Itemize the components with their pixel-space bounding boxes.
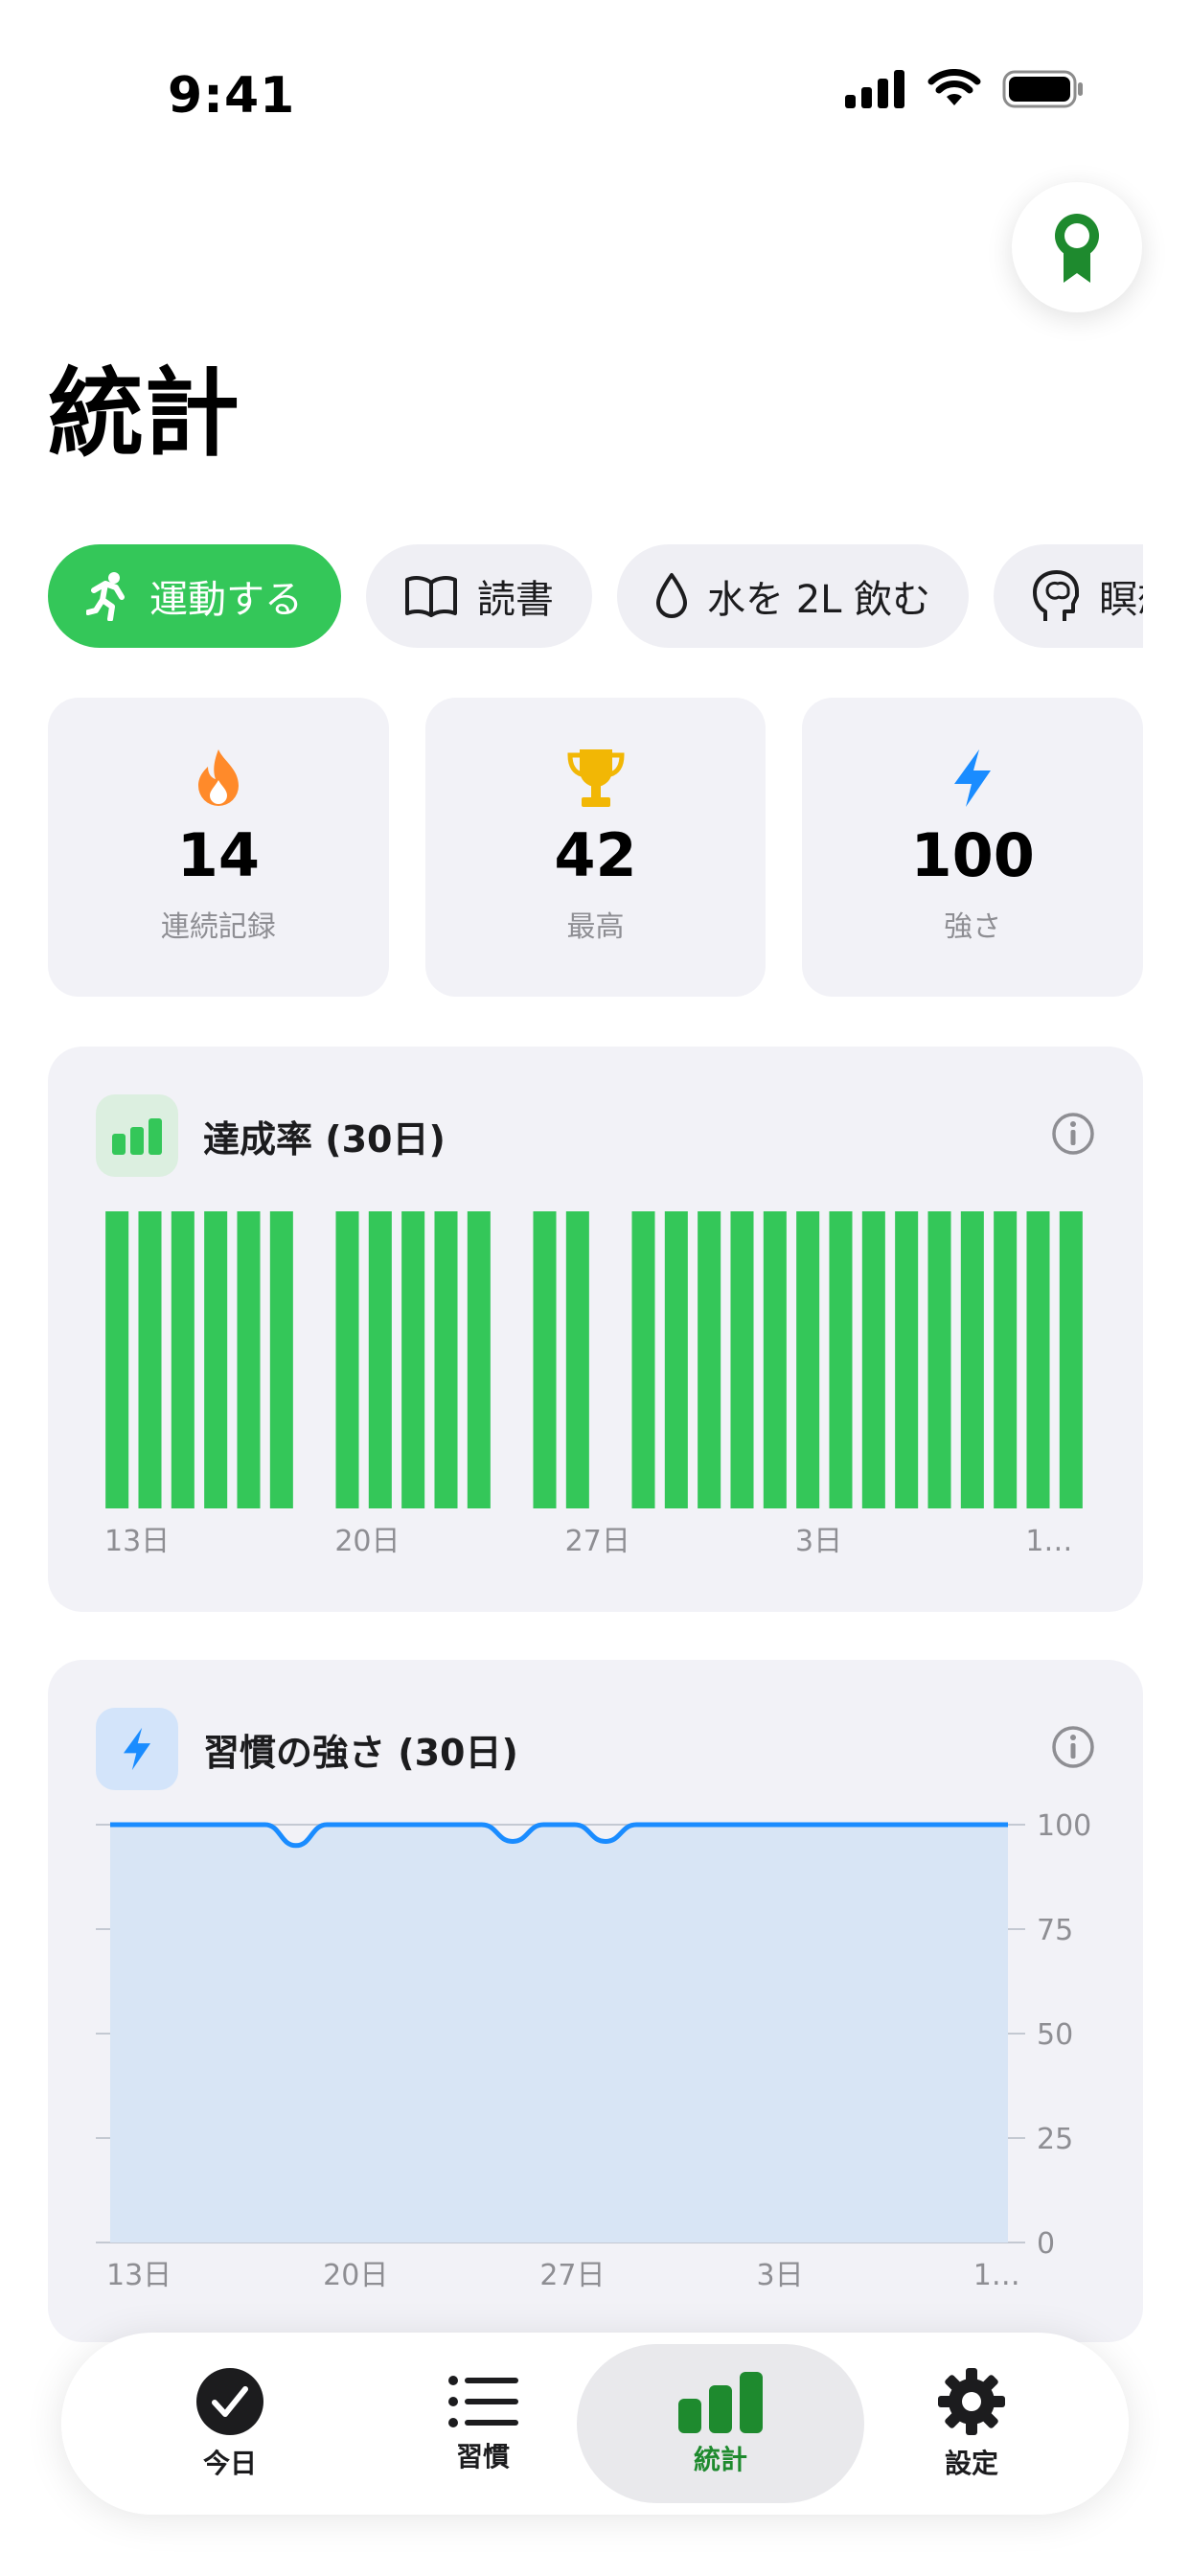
- stat-value: 14: [176, 820, 260, 890]
- y-tick-label: 75: [1037, 1914, 1073, 1947]
- tab-today[interactable]: 今日: [86, 2344, 374, 2503]
- y-tick-label: 100: [1037, 1809, 1091, 1843]
- x-tick-label: 13日: [104, 1525, 170, 1558]
- bar: [927, 1211, 951, 1508]
- gear-icon: [938, 2368, 1005, 2435]
- book-icon: [405, 576, 457, 617]
- stat-value: 42: [554, 820, 637, 890]
- bar: [664, 1211, 688, 1508]
- check-circle-icon: [196, 2368, 263, 2435]
- bar: [434, 1211, 458, 1508]
- tab-bar: 今日 習慣 統計 設定: [61, 2333, 1129, 2515]
- habit-chip-label: 読書: [477, 578, 554, 622]
- bar: [269, 1211, 293, 1508]
- bolt-icon: [954, 749, 992, 807]
- habit-chip-meditation[interactable]: 瞑想: [994, 544, 1143, 648]
- bar: [698, 1211, 721, 1508]
- x-tick-label: 3日: [795, 1525, 842, 1558]
- y-tick-label: 50: [1037, 2018, 1073, 2052]
- bar: [467, 1211, 491, 1508]
- status-bar: 9:41: [0, 0, 1190, 192]
- bar: [994, 1211, 1018, 1508]
- stat-label: 最高: [566, 910, 625, 944]
- bar: [368, 1211, 392, 1508]
- battery-icon: [1002, 70, 1083, 108]
- bar: [565, 1211, 589, 1508]
- flame-icon: [197, 749, 239, 806]
- x-tick-label: 20日: [334, 1525, 400, 1558]
- status-icons: [845, 69, 1085, 109]
- strength-area-chart: 100 75 50 25 0 13日 20日 27日 3日 1…: [96, 1809, 1091, 2292]
- x-tick-label: 3日: [757, 2259, 804, 2292]
- habit-chip-label: 瞑想: [1099, 578, 1143, 622]
- x-tick-label: 1…: [973, 2259, 1020, 2292]
- brain-icon: [1033, 570, 1080, 621]
- habit-chip-label: 水を 2L 飲む: [707, 578, 931, 622]
- x-tick-label: 27日: [539, 2259, 605, 2292]
- habit-selector: 運動する 読書 水を 2L 飲む 瞑想: [48, 544, 1143, 650]
- bar: [204, 1211, 228, 1508]
- x-tick-label: 13日: [106, 2259, 172, 2292]
- tab-label: 今日: [202, 2448, 257, 2479]
- stat-label: 連続記録: [160, 910, 276, 944]
- bar: [237, 1211, 261, 1508]
- bar: [631, 1211, 655, 1508]
- page-title: 統計: [48, 357, 240, 470]
- wifi-icon: [927, 69, 981, 105]
- stats-row: 14 連続記録 42 最高 100 強さ: [48, 698, 1144, 997]
- completion-bar-chart: 13日 20日 27日 3日 1…: [104, 1211, 1083, 1558]
- bar-chart-icon: [678, 2372, 763, 2433]
- tab-stats[interactable]: 統計: [577, 2344, 864, 2503]
- stat-card-current-streak: 14 連続記録: [48, 698, 389, 997]
- completion-rate-card: 達成率 (30日) 13日 20日 27日 3日 1…: [48, 1046, 1143, 1612]
- stat-card-strength: 100 強さ: [802, 698, 1144, 997]
- tab-label: 設定: [944, 2448, 998, 2479]
- stat-card-best-streak: 42 最高: [424, 698, 767, 997]
- bar: [105, 1211, 129, 1508]
- bar: [335, 1211, 359, 1508]
- bar: [763, 1211, 787, 1508]
- running-icon: [86, 572, 125, 621]
- bar: [171, 1211, 195, 1508]
- tab-label: 統計: [693, 2444, 747, 2475]
- x-tick-label: 27日: [565, 1525, 630, 1558]
- trophy-icon: [566, 749, 625, 807]
- bar: [138, 1211, 162, 1508]
- x-tick-label: 1…: [1025, 1525, 1072, 1558]
- bar: [895, 1211, 919, 1508]
- stat-value: 100: [910, 820, 1035, 890]
- strength-area: [110, 1825, 1008, 2242]
- bar: [730, 1211, 754, 1508]
- y-tick-label: 25: [1037, 2123, 1073, 2156]
- bar: [829, 1211, 853, 1508]
- award-ribbon-icon: [1055, 214, 1099, 283]
- cellular-signal-icon: [845, 70, 904, 108]
- bar: [861, 1211, 885, 1508]
- x-tick-label: 20日: [323, 2259, 388, 2292]
- habit-chip-water[interactable]: 水を 2L 飲む: [617, 544, 970, 648]
- achievements-button[interactable]: [1012, 182, 1142, 312]
- habit-chip-reading[interactable]: 読書: [366, 544, 592, 648]
- tab-label: 習慣: [455, 2441, 510, 2472]
- list-icon: [448, 2376, 518, 2427]
- bar: [796, 1211, 820, 1508]
- bar: [1059, 1211, 1083, 1508]
- stat-label: 強さ: [944, 910, 1002, 944]
- habit-chip-exercise[interactable]: 運動する: [48, 544, 341, 648]
- bar: [1026, 1211, 1050, 1508]
- bar: [960, 1211, 984, 1508]
- status-time: 9:41: [168, 67, 296, 125]
- bar: [533, 1211, 557, 1508]
- tab-settings[interactable]: 設定: [828, 2344, 1115, 2503]
- y-tick-label: 0: [1037, 2227, 1055, 2261]
- habit-chip-label: 運動する: [149, 578, 303, 622]
- bar: [401, 1211, 425, 1508]
- drop-icon: [656, 573, 687, 618]
- habit-strength-card: 習慣の強さ (30日) 100 75 50 25 0 13日 20日 27日 3日 1…: [48, 1660, 1143, 2342]
